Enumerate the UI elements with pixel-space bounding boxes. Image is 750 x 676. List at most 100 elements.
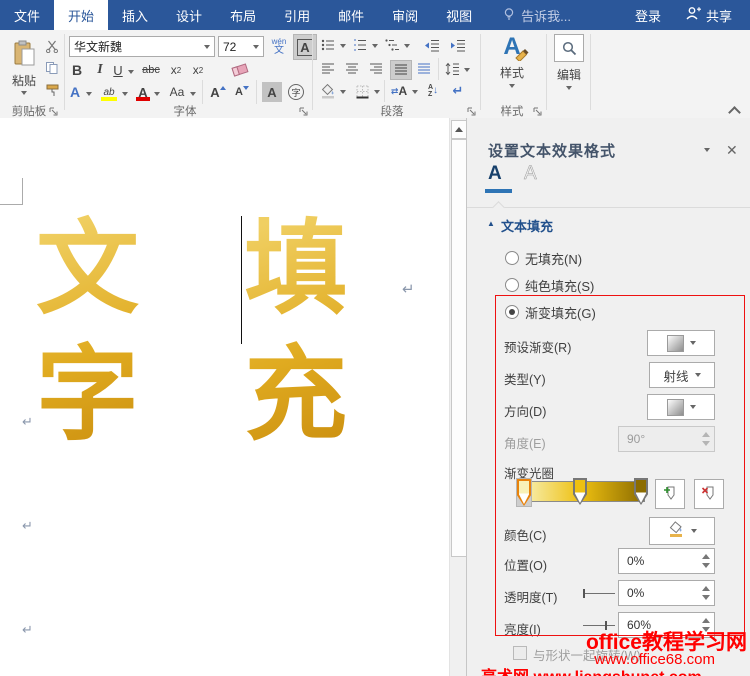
radio-no-fill[interactable] [505,251,519,265]
borders-button[interactable] [352,82,372,100]
tab-review[interactable]: 审阅 [378,0,432,30]
text-run[interactable]: 填充 [244,206,449,457]
font-dialog-launcher[interactable] [298,104,311,117]
transparency-slider[interactable] [583,589,615,598]
font-color-button[interactable]: A [134,82,152,102]
styles-button[interactable]: A 样式 [490,33,534,88]
direction-button[interactable] [647,394,715,420]
align-right-button[interactable] [366,60,386,78]
decrease-indent-button[interactable] [420,36,442,54]
tell-me-box[interactable]: 告诉我... [502,0,571,30]
distribute-button[interactable] [414,60,434,78]
bullets-button[interactable] [318,36,338,54]
font-family-combo[interactable]: 华文新魏 [69,36,215,57]
gradient-stop-3[interactable] [634,478,648,505]
show-hide-marks-button[interactable]: ↵ [448,82,468,100]
strikethrough-button[interactable]: abc [138,60,164,80]
shrink-font-button[interactable]: A [232,82,252,102]
cut-button[interactable] [42,38,62,54]
numbering-dropdown[interactable] [370,40,379,52]
paste-button[interactable]: 粘贴 [6,34,42,100]
text-run[interactable]: 文字 [36,206,241,457]
sort-button[interactable]: AZ ↓ [422,82,444,100]
tab-layout[interactable]: 布局 [216,0,270,30]
tab-home[interactable]: 开始 [54,0,109,30]
borders-dropdown[interactable] [372,86,381,98]
transparency-slider-handle[interactable] [583,589,585,598]
shading-dropdown[interactable] [338,86,347,98]
editing-button[interactable]: 编辑 [552,34,586,90]
increase-indent-button[interactable] [446,36,468,54]
change-case-dropdown[interactable] [188,88,198,100]
justify-button[interactable] [390,60,412,80]
bullets-dropdown[interactable] [338,40,347,52]
section-text-fill[interactable]: 文本填充 [501,216,553,235]
tab-view[interactable]: 视图 [432,0,486,30]
underline-dropdown[interactable] [126,66,136,78]
clear-formatting-button[interactable] [228,60,252,80]
sign-in-button[interactable]: 登录 [625,6,671,25]
numbering-button[interactable] [350,36,370,54]
radio-no-fill-label[interactable]: 无填充(N) [525,249,582,268]
underline-button[interactable]: U [110,60,126,80]
multilevel-dropdown[interactable] [402,40,411,52]
radio-gradient-fill-label[interactable]: 渐变填充(G) [525,303,596,322]
character-border-button[interactable]: A [293,34,317,60]
enclose-characters-button[interactable]: 字 [286,82,306,102]
pane-menu-caret[interactable] [704,148,710,152]
clipboard-dialog-launcher[interactable] [48,104,61,117]
text-effects-dropdown[interactable] [84,88,94,100]
tab-text-effects[interactable]: A [524,163,537,185]
text-effects-button[interactable]: A [66,82,84,102]
share-button[interactable]: 共享 [677,6,740,25]
shading-button[interactable] [318,82,338,100]
rotate-with-shape-checkbox[interactable] [513,646,527,660]
radio-solid-fill-label[interactable]: 纯色填充(S) [525,276,594,295]
tab-design[interactable]: 设计 [162,0,216,30]
tab-file[interactable]: 文件 [0,0,54,30]
transparency-spinner[interactable]: 0% [618,580,715,606]
spinner-arrows[interactable] [702,554,710,568]
collapse-ribbon-chevron[interactable] [728,106,741,119]
scroll-up-button[interactable] [451,120,467,139]
add-gradient-stop-button[interactable] [655,479,685,509]
scrollbar-thumb[interactable] [451,139,467,557]
line-spacing-button[interactable] [442,60,462,78]
copy-button[interactable] [42,60,62,76]
color-button[interactable] [649,517,715,545]
phonetic-guide-button[interactable]: wén 文 [267,34,291,59]
type-dropdown[interactable]: 射线 [649,362,715,388]
align-center-button[interactable] [342,60,362,78]
position-spinner[interactable]: 0% [618,548,715,574]
remove-gradient-stop-button[interactable] [694,479,724,509]
tab-insert[interactable]: 插入 [108,0,162,30]
gradient-stop-1[interactable] [516,478,532,507]
superscript-button[interactable]: x2 [188,60,208,80]
paragraph-dialog-launcher[interactable] [466,104,479,117]
grow-font-button[interactable]: A [208,82,228,102]
highlight-dropdown[interactable] [120,88,130,100]
italic-button[interactable]: I [92,60,108,80]
bold-button[interactable]: B [68,60,86,80]
radio-solid-fill[interactable] [505,278,519,292]
document-page[interactable]: 文字 填充 ↵ ↵ ↵ ↵ [0,118,449,676]
spinner-arrows[interactable] [702,586,710,600]
preset-gradients-button[interactable] [647,330,715,356]
font-color-dropdown[interactable] [152,88,162,100]
format-painter-button[interactable] [42,82,62,98]
radio-gradient-fill[interactable] [505,305,519,319]
change-case-button[interactable]: Aa [166,82,188,102]
section-collapse-triangle[interactable]: ▲ [487,219,495,228]
highlight-color-button[interactable]: ab [98,82,120,102]
tab-text-fill-outline[interactable]: A [488,163,502,185]
character-shading-button[interactable]: A [262,82,282,102]
asian-layout-dropdown[interactable] [410,86,419,98]
subscript-button[interactable]: x2 [166,60,186,80]
gradient-stop-2[interactable] [573,478,587,505]
tab-references[interactable]: 引用 [270,0,324,30]
align-left-button[interactable] [318,60,338,78]
close-icon[interactable]: ✕ [726,142,738,159]
multilevel-list-button[interactable] [382,36,402,54]
asian-layout-button[interactable]: ⇄ A [388,82,410,100]
styles-dialog-launcher[interactable] [532,104,545,117]
